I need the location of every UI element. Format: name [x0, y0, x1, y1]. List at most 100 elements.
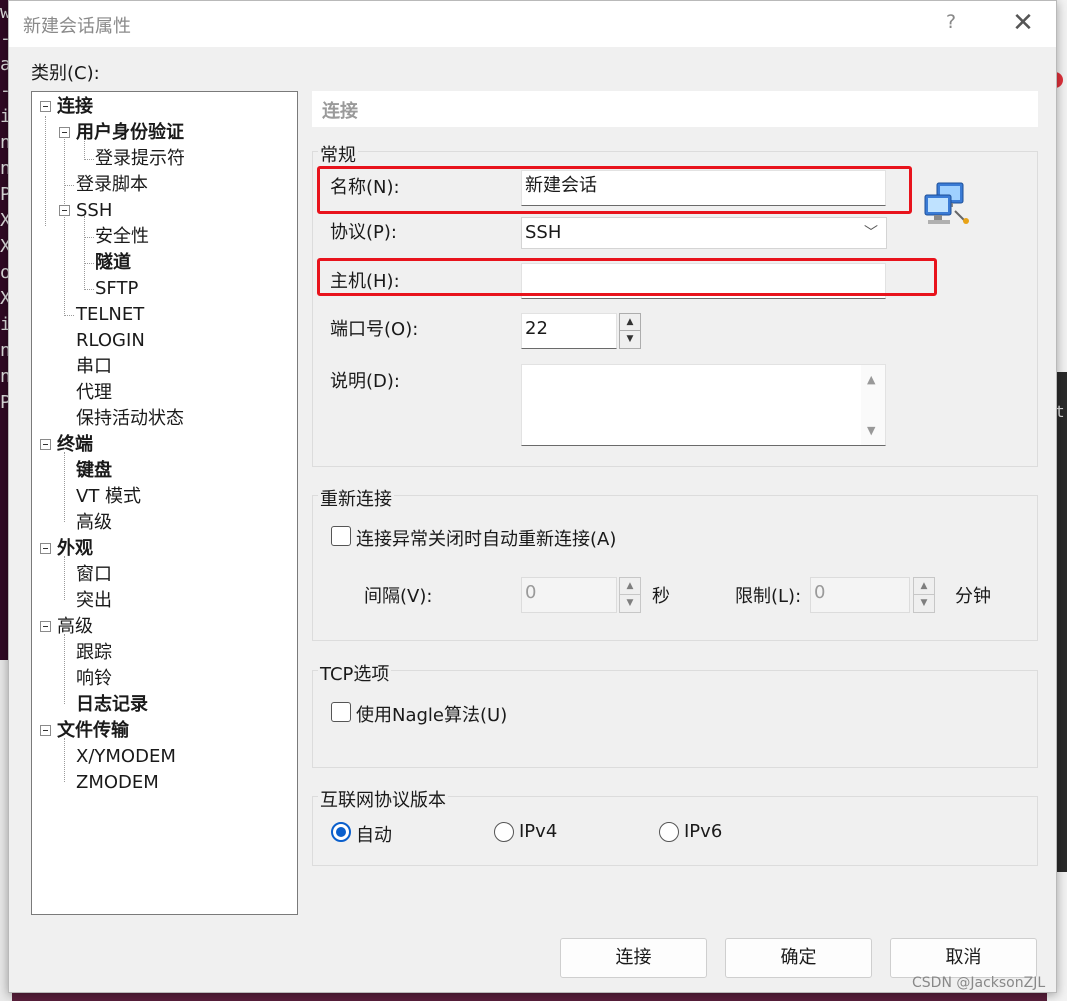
radio-ipv6-label[interactable]: IPv6	[684, 821, 722, 842]
tree-line	[64, 185, 74, 186]
port-spinner[interactable]: ▲ ▼	[619, 313, 641, 349]
protocol-label: 协议(P):	[330, 222, 397, 243]
tree-item-vt-mode[interactable]: VT 模式	[76, 485, 141, 509]
tree-item-login-prompts[interactable]: 登录提示符	[95, 147, 185, 171]
tree-line	[64, 738, 65, 782]
collapse-icon[interactable]	[40, 621, 51, 632]
tree-line	[64, 556, 65, 600]
collapse-icon[interactable]	[40, 725, 51, 736]
tree-item-bell[interactable]: 响铃	[76, 667, 112, 691]
collapse-icon[interactable]	[59, 205, 70, 216]
protocol-select[interactable]: SSH ﹀	[521, 217, 887, 249]
nagle-checkbox[interactable]	[331, 702, 351, 722]
tree-item-keyboard[interactable]: 键盘	[76, 459, 112, 483]
radio-auto[interactable]	[331, 822, 351, 842]
limit-unit: 分钟	[955, 586, 991, 607]
reconnect-group	[312, 495, 1038, 641]
tree-line	[64, 634, 65, 704]
tree-item-xymodem[interactable]: X/YMODEM	[76, 745, 176, 769]
interval-label: 间隔(V):	[364, 586, 433, 607]
cancel-button[interactable]: 取消	[890, 938, 1037, 978]
nagle-label[interactable]: 使用Nagle算法(U)	[356, 701, 507, 727]
spin-up-icon[interactable]: ▲	[620, 314, 640, 331]
tree-item-window[interactable]: 窗口	[76, 563, 112, 587]
tree-line	[84, 289, 94, 290]
tree-item-file-transfer[interactable]: 文件传输	[57, 719, 129, 743]
description-textarea[interactable]: ▲ ▼	[521, 364, 886, 446]
tree-item-appearance[interactable]: 外观	[57, 537, 93, 561]
spin-down-icon[interactable]: ▼	[620, 595, 640, 612]
category-label: 类别(C):	[31, 63, 100, 84]
tree-item-security[interactable]: 安全性	[95, 225, 149, 249]
network-computers-icon	[924, 182, 969, 224]
tree-item-advanced[interactable]: 高级	[57, 615, 93, 639]
limit-field[interactable]: 0	[810, 577, 910, 613]
radio-auto-label[interactable]: 自动	[356, 821, 392, 847]
tree-item-proxy[interactable]: 代理	[76, 381, 112, 405]
tree-item-tunneling[interactable]: 隧道	[95, 251, 131, 275]
tree-item-trace[interactable]: 跟踪	[76, 641, 112, 665]
port-field[interactable]: 22	[521, 313, 617, 349]
tree-line	[64, 452, 65, 522]
title-bar: 新建会话属性 ? ✕	[9, 1, 1056, 47]
spin-down-icon[interactable]: ▼	[914, 595, 934, 612]
tree-item-zmodem[interactable]: ZMODEM	[76, 771, 159, 795]
highlight-box	[317, 166, 912, 214]
panel-title: 连接	[322, 101, 358, 122]
tree-line	[45, 116, 46, 226]
limit-spinner[interactable]: ▲ ▼	[913, 577, 935, 613]
tree-line	[84, 216, 85, 290]
tree-item-telnet[interactable]: TELNET	[76, 303, 144, 327]
collapse-icon[interactable]	[59, 127, 70, 138]
radio-ipv6[interactable]	[659, 822, 679, 842]
connect-button[interactable]: 连接	[560, 938, 707, 978]
interval-spinner[interactable]: ▲ ▼	[619, 577, 641, 613]
tree-item-rlogin[interactable]: RLOGIN	[76, 329, 145, 353]
category-tree[interactable]: 连接 用户身份验证 登录提示符 登录脚本 SSH 安全性 隧道 SFTP TEL…	[31, 91, 298, 915]
dialog-title: 新建会话属性	[23, 16, 131, 37]
tree-item-connection[interactable]: 连接	[57, 95, 93, 119]
limit-label: 限制(L):	[735, 586, 802, 607]
auto-reconnect-checkbox[interactable]	[331, 526, 351, 546]
port-label: 端口号(O):	[330, 319, 419, 340]
tree-item-authentication[interactable]: 用户身份验证	[76, 121, 184, 145]
tree-item-serial[interactable]: 串口	[76, 355, 112, 379]
radio-ipv4[interactable]	[494, 822, 514, 842]
help-button[interactable]: ?	[939, 11, 963, 35]
tree-item-login-scripts[interactable]: 登录脚本	[76, 173, 148, 197]
spin-down-icon[interactable]: ▼	[620, 331, 640, 348]
spin-up-icon[interactable]: ▲	[620, 578, 640, 595]
radio-ipv4-label[interactable]: IPv4	[519, 821, 557, 842]
scroll-up-icon[interactable]: ▲	[867, 373, 875, 386]
chevron-down-icon: ﹀	[864, 225, 878, 241]
collapse-icon[interactable]	[40, 101, 51, 112]
vertical-scrollbar[interactable]: ▲ ▼	[861, 365, 885, 445]
watermark: CSDN @JacksonZJL	[912, 975, 1046, 991]
interval-field[interactable]: 0	[521, 577, 617, 613]
collapse-icon[interactable]	[40, 543, 51, 554]
tree-line	[84, 159, 94, 160]
interval-unit: 秒	[652, 586, 670, 607]
tree-item-terminal-advanced[interactable]: 高级	[76, 511, 112, 535]
tree-line	[84, 237, 94, 238]
general-group-title: 常规	[318, 141, 358, 167]
highlight-box	[317, 258, 937, 296]
panel-header: 连接	[312, 91, 1038, 127]
auto-reconnect-label[interactable]: 连接异常关闭时自动重新连接(A)	[356, 525, 616, 551]
tree-item-logging[interactable]: 日志记录	[76, 693, 148, 717]
tree-line	[64, 315, 74, 316]
ok-button[interactable]: 确定	[725, 938, 872, 978]
tree-item-terminal[interactable]: 终端	[57, 433, 93, 457]
tree-item-sftp[interactable]: SFTP	[95, 277, 138, 301]
tree-line	[64, 130, 65, 316]
session-properties-dialog: 新建会话属性 ? ✕ 类别(C): 连接 用户身份验证 登录提示符 登录脚本 S…	[8, 0, 1057, 993]
scroll-down-icon[interactable]: ▼	[867, 424, 875, 437]
protocol-value: SSH	[525, 222, 562, 243]
reconnect-group-title: 重新连接	[318, 485, 394, 511]
spin-up-icon[interactable]: ▲	[914, 578, 934, 595]
tree-item-highlight[interactable]: 突出	[76, 589, 112, 613]
tree-item-ssh[interactable]: SSH	[76, 199, 112, 223]
collapse-icon[interactable]	[40, 439, 51, 450]
close-button[interactable]: ✕	[1007, 7, 1039, 39]
tree-item-keep-alive[interactable]: 保持活动状态	[76, 407, 184, 431]
